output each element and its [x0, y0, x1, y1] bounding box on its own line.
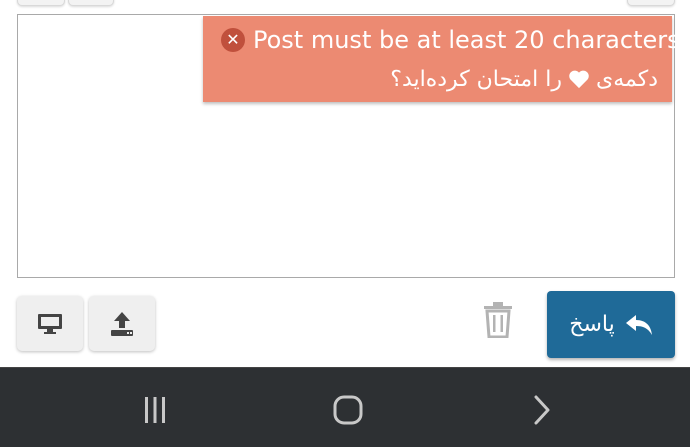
- system-nav-bar: [0, 367, 690, 447]
- preview-button[interactable]: [17, 296, 83, 351]
- hint-text-before: دکمه‌ی: [595, 66, 658, 92]
- toolbar-button-partial[interactable]: [17, 0, 65, 6]
- error-popup: Post must be at least 20 characters دکمه…: [203, 16, 680, 102]
- desktop-icon: [38, 313, 62, 334]
- error-line: Post must be at least 20 characters: [221, 25, 680, 55]
- reply-label: پاسخ: [569, 312, 615, 337]
- back-button[interactable]: [521, 390, 561, 430]
- recents-icon: [145, 397, 165, 423]
- home-button[interactable]: [328, 390, 368, 430]
- toolbar-button-partial[interactable]: [68, 0, 114, 6]
- hint-line: دکمه‌ی را امتحان کرده‌اید؟: [390, 64, 658, 94]
- upload-icon: [111, 311, 133, 336]
- toolbar-button-partial[interactable]: [627, 0, 675, 6]
- reply-arrow-icon: [625, 314, 652, 335]
- hint-text-after: را امتحان کرده‌اید؟: [390, 66, 562, 92]
- error-message: Post must be at least 20 characters: [253, 26, 680, 54]
- reply-button[interactable]: پاسخ: [547, 291, 675, 358]
- heart-icon: [569, 70, 589, 89]
- upload-button[interactable]: [89, 296, 155, 351]
- close-icon[interactable]: [221, 28, 245, 52]
- back-chevron-icon: [534, 395, 550, 425]
- recents-button[interactable]: [135, 390, 175, 430]
- home-icon: [333, 395, 363, 425]
- discard-button[interactable]: [480, 300, 516, 340]
- trash-icon: [484, 302, 512, 338]
